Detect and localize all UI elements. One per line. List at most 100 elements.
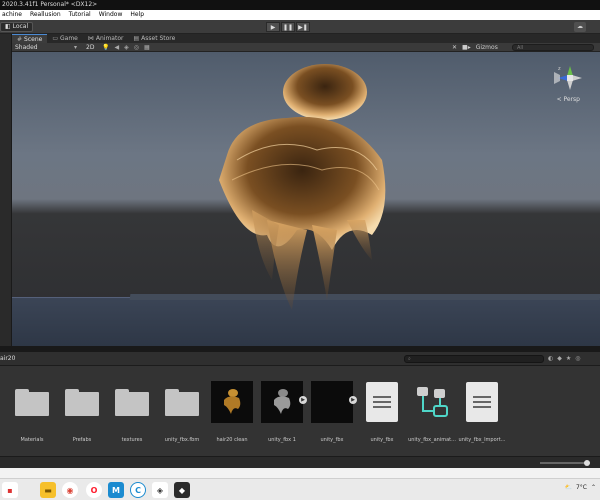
tab-bar: # Scene ▭ Game ⋈ Animator ▤ Asset Store [0, 34, 600, 43]
menu-window[interactable]: Window [99, 10, 123, 20]
project-search-input[interactable]: ⌕ [404, 355, 544, 363]
hidden-count-icon[interactable]: ◎ [575, 355, 580, 362]
pause-button[interactable]: ❚❚ [281, 22, 295, 32]
project-toolbar: air20 ⌕ ◐ ◆ ★ ◎ [0, 352, 600, 366]
app-icon[interactable]: ▪ [2, 482, 18, 498]
asset-item[interactable]: textures [110, 380, 154, 443]
asset-item[interactable]: unity_fbx_animat... [408, 380, 456, 443]
animator-controller-icon [410, 380, 454, 424]
model-thumbnail [210, 380, 254, 424]
search-icon: ⌕ [408, 356, 411, 362]
menu-bar: achine Reallusion Tutorial Window Help [0, 10, 600, 20]
step-button[interactable]: ▶❚ [296, 22, 310, 32]
toggle-2d-button[interactable]: 2D [86, 43, 94, 52]
menu-reallusion[interactable]: Reallusion [30, 10, 61, 20]
asset-label: unity_fbx 1 [268, 437, 296, 443]
unity-editor-icon[interactable]: ◆ [174, 482, 190, 498]
asset-item[interactable]: unity_fbx [360, 380, 404, 443]
hair-thumbnail-icon [224, 389, 241, 414]
chevron-up-icon[interactable]: ⌃ [591, 484, 596, 491]
main-toolbar: ◧ Local ▶ ❚❚ ▶❚ ☁ [0, 20, 600, 34]
expand-arrow-icon[interactable]: ▶ [299, 396, 307, 404]
effects-icon[interactable]: ◈ [124, 43, 129, 52]
label-icon[interactable]: ◆ [557, 355, 562, 362]
asset-item[interactable]: unity_fbx_Import... [459, 380, 505, 443]
model-thumbnail [310, 380, 354, 424]
folder-icon [160, 380, 204, 424]
asset-label: textures [121, 437, 143, 443]
project-breadcrumb[interactable]: air20 [0, 352, 15, 366]
asset-label: Prefabs [72, 437, 92, 443]
cloud-icon: ☁ [577, 23, 583, 30]
weather-temperature[interactable]: 7°C [576, 484, 587, 491]
weather-icon[interactable]: ⛅ [564, 484, 571, 491]
gizmos-dropdown[interactable]: Gizmos [476, 43, 498, 52]
expand-arrow-icon[interactable]: ▶ [349, 396, 357, 404]
chrome-icon[interactable]: ◉ [62, 482, 78, 498]
asset-label: hair20 clean [216, 437, 248, 443]
project-status-bar [0, 456, 600, 468]
tools-icon[interactable]: ✕ [452, 43, 457, 52]
asset-item[interactable]: Materials [10, 380, 54, 443]
asset-label: unity_fbx [370, 437, 394, 443]
asset-label: unity_fbx.fbm [164, 437, 200, 443]
file-explorer-icon[interactable]: ▬ [40, 482, 56, 498]
lighting-icon[interactable]: 💡 [102, 43, 109, 52]
hierarchy-collapsed-strip[interactable] [0, 34, 12, 346]
perspective-label[interactable]: < Persp [557, 96, 580, 103]
camera-icon[interactable]: ■▸ [462, 43, 471, 52]
tab-asset-store[interactable]: ▤ Asset Store [128, 34, 180, 43]
scene-toggles: 💡 ◀ ◈ ◎ ▦ [102, 43, 150, 52]
scene-toolbar: Shaded ▾ 2D 💡 ◀ ◈ ◎ ▦ ✕ ■▸ Gizmos All [12, 43, 600, 52]
opera-icon[interactable]: O [86, 482, 102, 498]
document-icon [460, 380, 504, 424]
asset-label: unity_fbx [320, 437, 344, 443]
icon-size-slider[interactable] [540, 462, 590, 464]
menu-machine[interactable]: achine [2, 10, 22, 20]
chevron-down-icon: ▾ [74, 44, 78, 51]
pause-icon: ❚❚ [282, 23, 294, 31]
gizmo-controls: ✕ ■▸ Gizmos [452, 43, 498, 52]
star-icon[interactable]: ★ [566, 355, 571, 362]
cloud-button[interactable]: ☁ [574, 22, 586, 32]
tab-animator[interactable]: ⋈ Animator [83, 34, 129, 43]
asset-label: unity_fbx_animat... [408, 437, 456, 443]
pivot-space-button[interactable]: ◧ Local [0, 22, 34, 32]
asset-item[interactable]: unity_fbx 1 [260, 380, 304, 443]
asset-item[interactable]: unity_fbx [310, 380, 354, 443]
asset-item[interactable]: unity_fbx.fbm [160, 380, 204, 443]
hidden-objects-icon[interactable]: ◎ [134, 43, 139, 52]
menu-tutorial[interactable]: Tutorial [69, 10, 91, 20]
app-m-icon[interactable]: M [108, 482, 124, 498]
scene-viewport[interactable]: z < Persp [12, 52, 600, 346]
orientation-gizmo[interactable]: z [550, 58, 590, 112]
game-icon: ▭ [52, 35, 58, 42]
asset-label: Materials [20, 437, 44, 443]
animator-icon: ⋈ [87, 35, 94, 42]
tab-game[interactable]: ▭ Game [47, 34, 83, 43]
folder-icon [60, 380, 104, 424]
tab-scene[interactable]: # Scene [12, 34, 48, 43]
play-button[interactable]: ▶ [266, 22, 280, 32]
filter-icon[interactable]: ◐ [548, 355, 553, 362]
asset-item[interactable]: Prefabs [60, 380, 104, 443]
asset-item[interactable]: hair20 clean [210, 380, 254, 443]
play-controls: ▶ ❚❚ ▶❚ [266, 22, 310, 32]
tab-animator-label: Animator [95, 35, 124, 42]
window-title: 2020.3.41f1 Personal* <DX12> [0, 0, 600, 10]
audio-icon[interactable]: ◀ [114, 43, 119, 52]
step-icon: ▶❚ [298, 23, 308, 31]
hair-thumbnail-icon [274, 389, 291, 414]
grid-icon[interactable]: ▦ [144, 43, 150, 52]
slider-handle[interactable] [584, 460, 590, 466]
scene-search-input[interactable]: All [512, 44, 594, 51]
app-c-icon[interactable]: C [130, 482, 146, 498]
play-icon: ▶ [270, 23, 276, 31]
pivot-space-label: Local [12, 23, 29, 30]
desktop-gap [0, 468, 600, 478]
os-taskbar: ▪ ▬ ◉ O M C ◈ ◆ ⛅ 7°C ⌃ [0, 478, 600, 500]
unity-hub-icon[interactable]: ◈ [152, 482, 168, 498]
shading-mode-dropdown[interactable]: Shaded [15, 43, 38, 52]
menu-help[interactable]: Help [130, 10, 144, 20]
document-icon [360, 380, 404, 424]
